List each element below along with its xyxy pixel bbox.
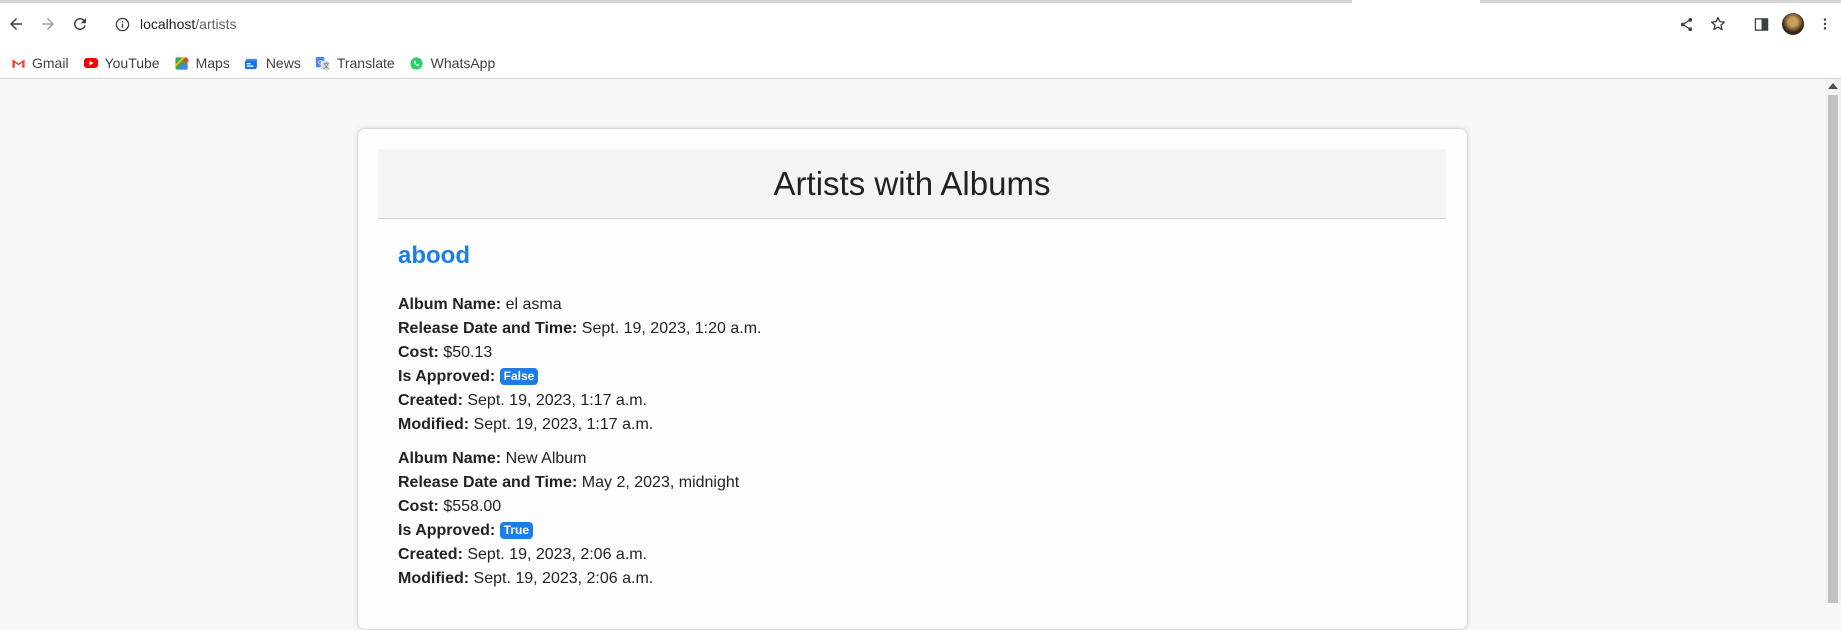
whatsapp-icon	[409, 55, 425, 71]
created-label: Created:	[398, 392, 463, 409]
bookmark-maps[interactable]: Maps	[170, 51, 238, 75]
page-scrollbar[interactable]	[1825, 79, 1841, 603]
toolbar: localhost/artists	[0, 0, 1841, 48]
created-row: Created: Sept. 19, 2023, 2:06 a.m.	[398, 543, 739, 567]
news-icon	[244, 55, 260, 71]
album-name-value: New Album	[505, 450, 587, 467]
album-name-row: Album Name: el asma	[398, 293, 761, 317]
avatar	[1782, 13, 1804, 35]
artists-card: Artists with Albums abood Album Name: el…	[357, 128, 1468, 630]
back-button[interactable]	[1, 9, 31, 39]
bookmarks-bar: Gmail YouTube Maps News G 文 Translate Wh…	[0, 48, 1841, 78]
release-row: Release Date and Time: May 2, 2023, midn…	[398, 471, 739, 495]
url-host: localhost	[140, 16, 196, 32]
album-entry: Album Name: el asma Release Date and Tim…	[398, 293, 761, 437]
share-icon[interactable]	[1670, 8, 1702, 40]
menu-kebab-icon[interactable]	[1809, 9, 1841, 39]
album-name-row: Album Name: New Album	[398, 447, 739, 471]
modified-label: Modified:	[398, 570, 470, 587]
approved-row: Is Approved: False	[398, 365, 761, 389]
album-name-label: Album Name:	[398, 450, 502, 467]
youtube-icon	[83, 55, 99, 71]
created-label: Created:	[398, 546, 463, 563]
bookmark-label: YouTube	[104, 55, 160, 71]
svg-text:文: 文	[323, 61, 330, 70]
approved-badge: False	[499, 368, 539, 385]
cost-label: Cost:	[398, 344, 439, 361]
toolbar-right	[1745, 9, 1841, 39]
bookmark-youtube[interactable]: YouTube	[79, 51, 168, 75]
album-name-value: el asma	[505, 296, 562, 313]
approved-label: Is Approved:	[398, 522, 496, 539]
arrow-left-icon	[10, 18, 22, 30]
bookmark-label: Maps	[195, 55, 230, 71]
artist-name-link[interactable]: abood	[398, 242, 470, 270]
approved-row: Is Approved: True	[398, 519, 739, 543]
album-entry: Album Name: New Album Release Date and T…	[398, 447, 739, 591]
bookmark-label: Translate	[336, 55, 395, 71]
profile-avatar[interactable]	[1777, 9, 1809, 39]
modified-value: Sept. 19, 2023, 1:17 a.m.	[473, 416, 654, 433]
approved-label: Is Approved:	[398, 368, 496, 385]
scroll-up-arrow-icon[interactable]	[1828, 83, 1838, 89]
url-text[interactable]: localhost/artists	[140, 16, 237, 32]
cost-label: Cost:	[398, 498, 439, 515]
url-path: /artists	[195, 16, 237, 32]
bookmark-label: Gmail	[32, 55, 69, 71]
created-row: Created: Sept. 19, 2023, 1:17 a.m.	[398, 389, 761, 413]
address-bar[interactable]: localhost/artists	[104, 8, 1734, 40]
bookmark-translate[interactable]: G 文 Translate	[311, 51, 403, 75]
approved-badge: True	[499, 522, 533, 539]
cost-row: Cost: $50.13	[398, 341, 761, 365]
browser-chrome: localhost/artists Gmail YouTube Maps New…	[0, 0, 1841, 79]
cost-value: $50.13	[443, 344, 493, 361]
side-panel-icon[interactable]	[1745, 9, 1777, 39]
reload-button[interactable]	[65, 9, 95, 39]
modified-label: Modified:	[398, 416, 470, 433]
created-value: Sept. 19, 2023, 1:17 a.m.	[467, 392, 648, 409]
bookmark-gmail[interactable]: Gmail	[6, 51, 77, 75]
release-value: Sept. 19, 2023, 1:20 a.m.	[581, 320, 762, 337]
translate-icon: G 文	[315, 55, 331, 71]
bookmark-star-icon[interactable]	[1702, 8, 1734, 40]
bookmark-whatsapp[interactable]: WhatsApp	[405, 51, 504, 75]
arrow-right-icon	[42, 18, 54, 30]
cost-row: Cost: $558.00	[398, 495, 739, 519]
gmail-icon	[10, 55, 26, 71]
release-label: Release Date and Time:	[398, 320, 578, 337]
album-name-label: Album Name:	[398, 296, 502, 313]
release-row: Release Date and Time: Sept. 19, 2023, 1…	[398, 317, 761, 341]
modified-value: Sept. 19, 2023, 2:06 a.m.	[473, 570, 654, 587]
modified-row: Modified: Sept. 19, 2023, 1:17 a.m.	[398, 413, 761, 437]
bookmark-label: WhatsApp	[430, 55, 496, 71]
reload-icon	[73, 17, 86, 30]
release-label: Release Date and Time:	[398, 474, 578, 491]
forward-button[interactable]	[33, 9, 63, 39]
release-value: May 2, 2023, midnight	[581, 474, 740, 491]
modified-row: Modified: Sept. 19, 2023, 2:06 a.m.	[398, 567, 739, 591]
scroll-thumb[interactable]	[1828, 95, 1838, 603]
card-header: Artists with Albums	[378, 149, 1446, 219]
page-title: Artists with Albums	[773, 164, 1051, 202]
info-icon[interactable]	[114, 16, 130, 32]
maps-icon	[174, 55, 190, 71]
bookmark-label: News	[265, 55, 301, 71]
cost-value: $558.00	[443, 498, 502, 515]
bookmark-news[interactable]: News	[240, 51, 309, 75]
created-value: Sept. 19, 2023, 2:06 a.m.	[467, 546, 648, 563]
